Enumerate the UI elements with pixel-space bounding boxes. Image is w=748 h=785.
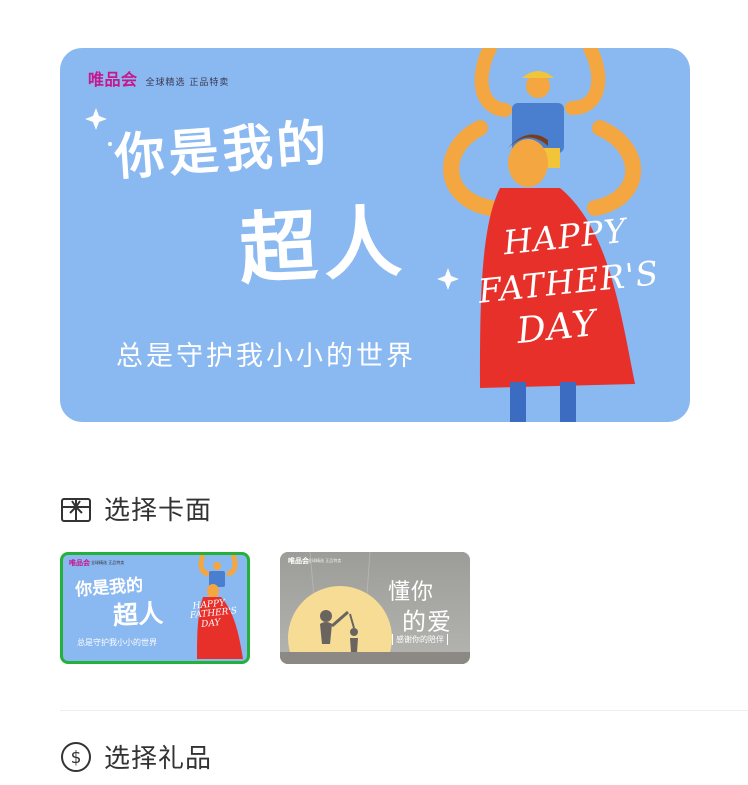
card-title-line2: 超人	[236, 197, 410, 296]
sparkle-icon	[437, 268, 459, 290]
section-divider	[60, 710, 748, 711]
dollar-coin-icon: $	[60, 741, 92, 773]
brand-logo: 唯品会	[88, 70, 138, 89]
section-choose-card: 选择卡面	[60, 490, 212, 527]
thumb-tagline: 全球精选 正品特卖	[91, 560, 125, 565]
thumb-brand: 唯品会	[69, 559, 90, 567]
brand-row: 唯品会 全球精选 正品特卖	[88, 66, 229, 90]
thumb-title-line2: 的爱	[402, 608, 452, 636]
thumb-subtitle: 总是守护我小小的世界	[77, 638, 157, 647]
card-title-line1: 你是我的	[112, 113, 333, 187]
card-subtitle: 总是守护我小小的世界	[116, 341, 416, 372]
card-preview: 唯品会 全球精选 正品特卖 你是我的 超人 总是守护我小小的世界 HAPPY F…	[60, 48, 690, 422]
svg-text:$: $	[71, 748, 82, 768]
brand-tagline: 全球精选 正品特卖	[145, 78, 230, 88]
thumb-title-line2: 超人	[112, 598, 164, 631]
thumb-subtitle: 感谢你的陪伴	[392, 634, 448, 645]
sparkle-icon	[85, 108, 107, 130]
card-thumbnail-understanding-love[interactable]: 唯品会 全球精选 正品特卖 懂你 的爱 感谢你的陪伴	[280, 552, 470, 664]
thumb-brand: 唯品会	[288, 557, 309, 565]
section-choose-card-label: 选择卡面	[104, 496, 213, 526]
thumb-tagline: 全球精选 正品特卖	[308, 558, 342, 563]
gift-box-icon	[60, 493, 92, 525]
card-thumbnail-superman[interactable]: 唯品会 全球精选 正品特卖 你是我的 超人 总是守护我小小的世界 HAPPY F…	[60, 552, 250, 664]
thumb-cape-text: HAPPY FATHER'S DAY	[189, 598, 238, 630]
section-choose-gift: $ 选择礼品	[60, 738, 212, 775]
section-choose-gift-label: 选择礼品	[104, 744, 213, 774]
